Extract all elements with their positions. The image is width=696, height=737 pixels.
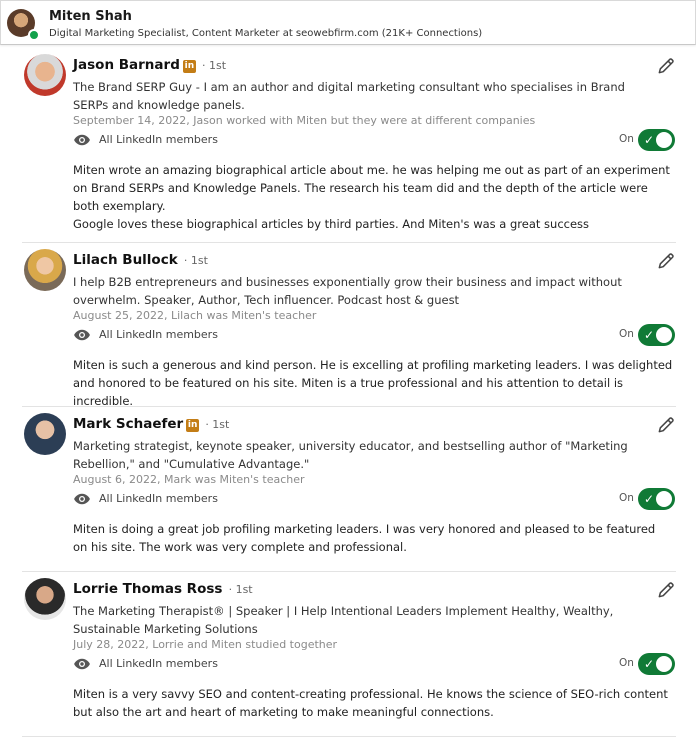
recommendation-date: August 6, 2022, Mark was Miten's teacher	[73, 473, 305, 486]
toggle-knob	[656, 491, 672, 507]
recommender-name-line: Lorrie Thomas Ross · 1st	[73, 581, 253, 597]
recommender-name-line: Jason Barnard in · 1st	[73, 57, 226, 73]
visibility-setting: All LinkedIn members	[73, 490, 218, 508]
eye-icon	[74, 658, 90, 670]
check-icon: ✓	[644, 492, 655, 506]
pencil-icon[interactable]	[656, 251, 676, 271]
recommendation-item: Lorrie Thomas Ross · 1st The Marketing T…	[22, 572, 676, 737]
toggle-state-label: On	[619, 328, 634, 340]
recommender-name[interactable]: Mark Schaefer	[73, 416, 183, 432]
recommender-title: I help B2B entrepreneurs and businesses …	[73, 275, 622, 307]
recommendations-list: Jason Barnard in · 1st The Brand SERP Guy…	[22, 48, 676, 737]
visibility-toggle[interactable]: ✓	[638, 129, 675, 151]
toggle-knob	[656, 132, 672, 148]
check-icon: ✓	[644, 657, 655, 671]
visibility-setting: All LinkedIn members	[73, 131, 218, 149]
connection-degree: · 1st	[183, 254, 208, 267]
check-icon: ✓	[644, 133, 655, 147]
online-status-indicator	[28, 29, 40, 41]
recommendation-date: September 14, 2022, Jason worked with Mi…	[73, 114, 536, 127]
recommendation-date: August 25, 2022, Lilach was Miten's teac…	[73, 309, 317, 322]
recommendation-text: Miten is a very savvy SEO and content-cr…	[73, 687, 668, 719]
recommender-name-line: Lilach Bullock · 1st	[73, 252, 208, 268]
linkedin-badge-icon: in	[186, 419, 200, 432]
recommendation-date: July 28, 2022, Lorrie and Miten studied …	[73, 638, 338, 651]
check-icon: ✓	[644, 328, 655, 342]
recommendation-text: Miten is such a generous and kind person…	[73, 358, 673, 408]
visibility-label: All LinkedIn members	[99, 657, 218, 670]
recommendation-item: Mark Schaefer in · 1st Marketing strategi…	[22, 407, 676, 572]
connection-degree: · 1st	[202, 59, 227, 72]
connection-degree: · 1st	[228, 583, 253, 596]
visibility-label: All LinkedIn members	[99, 492, 218, 505]
eye-icon	[74, 134, 90, 146]
pencil-icon[interactable]	[656, 56, 676, 76]
toggle-knob	[656, 327, 672, 343]
pencil-icon[interactable]	[656, 415, 676, 435]
recommender-avatar[interactable]	[24, 249, 66, 291]
visibility-toggle[interactable]: ✓	[638, 488, 675, 510]
visibility-label: All LinkedIn members	[99, 328, 218, 341]
recommendation-item: Jason Barnard in · 1st The Brand SERP Guy…	[22, 48, 676, 243]
linkedin-badge-icon: in	[182, 60, 196, 73]
toggle-state-label: On	[619, 492, 634, 504]
recommender-name[interactable]: Jason Barnard	[73, 57, 180, 73]
recommender-name[interactable]: Lilach Bullock	[73, 252, 178, 268]
visibility-toggle[interactable]: ✓	[638, 324, 675, 346]
toggle-knob	[656, 656, 672, 672]
eye-icon	[74, 493, 90, 505]
recommendation-text: Miten is doing a great job profiling mar…	[73, 522, 656, 554]
visibility-setting: All LinkedIn members	[73, 326, 218, 344]
connection-degree: · 1st	[205, 418, 230, 431]
eye-icon	[74, 329, 90, 341]
recommender-title: The Brand SERP Guy - I am an author and …	[73, 80, 625, 112]
profile-header: Miten Shah Digital Marketing Specialist,…	[0, 0, 696, 45]
recommender-avatar[interactable]	[24, 54, 66, 96]
recommender-name[interactable]: Lorrie Thomas Ross	[73, 581, 222, 597]
recommendation-paragraph: Miten wrote an amazing biographical arti…	[73, 163, 670, 213]
visibility-setting: All LinkedIn members	[73, 655, 218, 673]
recommendation-item: Lilach Bullock · 1st I help B2B entrepre…	[22, 243, 676, 408]
visibility-toggle[interactable]: ✓	[638, 653, 675, 675]
pencil-icon[interactable]	[656, 580, 676, 600]
profile-headline: Digital Marketing Specialist, Content Ma…	[49, 28, 483, 39]
recommendation-paragraph: Google loves these biographical articles…	[73, 217, 590, 231]
recommender-title: Marketing strategist, keynote speaker, u…	[73, 439, 628, 471]
recommender-name-line: Mark Schaefer in · 1st	[73, 416, 229, 432]
visibility-label: All LinkedIn members	[99, 133, 218, 146]
recommender-avatar[interactable]	[24, 413, 66, 455]
toggle-state-label: On	[619, 657, 634, 669]
profile-name[interactable]: Miten Shah	[49, 9, 132, 24]
recommender-avatar[interactable]	[24, 578, 66, 620]
recommendation-text: Miten wrote an amazing biographical arti…	[73, 161, 673, 233]
toggle-state-label: On	[619, 133, 634, 145]
recommender-title: The Marketing Therapist® | Speaker | I H…	[73, 604, 614, 636]
